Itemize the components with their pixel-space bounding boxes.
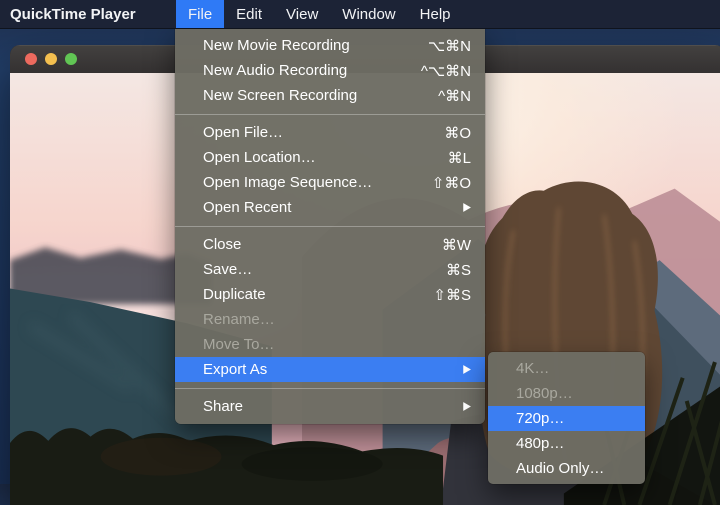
menubar-item-edit[interactable]: Edit (224, 0, 274, 28)
menu-item-label: Open Recent (203, 199, 292, 216)
menu-item-shortcut: ^⌥⌘N (420, 62, 471, 80)
menu-item-open-image-sequence[interactable]: Open Image Sequence… ⇧⌘O (175, 170, 485, 195)
menu-item-label: Close (203, 236, 242, 253)
submenu-item-1080p: 1080p… (488, 381, 645, 406)
menu-item-label: Export As (203, 361, 268, 378)
menu-item-shortcut: ⌘O (444, 124, 471, 142)
menu-separator (175, 387, 485, 389)
menubar-item-view[interactable]: View (274, 0, 330, 28)
menu-item-open-file[interactable]: Open File… ⌘O (175, 120, 485, 145)
menu-item-move-to: Move To… (175, 332, 485, 357)
menubar-item-help[interactable]: Help (408, 0, 463, 28)
menu-item-save[interactable]: Save… ⌘S (175, 257, 485, 282)
menu-item-label: Rename… (203, 311, 275, 328)
submenu-item-audio-only[interactable]: Audio Only… (488, 456, 645, 481)
menu-item-label: Open Image Sequence… (203, 174, 373, 191)
minimize-button[interactable] (45, 53, 57, 65)
submenu-item-4k: 4K… (488, 356, 645, 381)
menu-item-shortcut: ^⌘N (438, 87, 471, 105)
export-as-submenu: 4K… 1080p… 720p… 480p… Audio Only… (488, 352, 645, 484)
menu-item-new-audio-recording[interactable]: New Audio Recording ^⌥⌘N (175, 58, 485, 83)
menu-item-rename: Rename… (175, 307, 485, 332)
menu-item-export-as[interactable]: Export As ▶ (175, 357, 485, 382)
menu-item-label: Save… (203, 261, 253, 278)
menu-item-shortcut: ⌘L (447, 149, 471, 167)
menu-item-label: New Screen Recording (203, 87, 358, 104)
close-button[interactable] (25, 53, 37, 65)
menu-item-label: Share (203, 398, 244, 415)
menu-item-duplicate[interactable]: Duplicate ⇧⌘S (175, 282, 485, 307)
menu-item-new-screen-recording[interactable]: New Screen Recording ^⌘N (175, 83, 485, 108)
menu-item-label: New Audio Recording (203, 62, 348, 79)
menu-item-close[interactable]: Close ⌘W (175, 232, 485, 257)
menu-item-label: Duplicate (203, 286, 266, 303)
menu-item-shortcut: ⇧⌘O (431, 174, 471, 192)
menu-item-label: 4K… (516, 360, 550, 377)
file-menu: New Movie Recording ⌥⌘N New Audio Record… (175, 29, 485, 424)
menu-item-new-movie-recording[interactable]: New Movie Recording ⌥⌘N (175, 33, 485, 58)
submenu-item-480p[interactable]: 480p… (488, 431, 645, 456)
menu-item-label: New Movie Recording (203, 37, 350, 54)
menu-item-label: 720p… (516, 410, 565, 427)
submenu-arrow-icon: ▶ (463, 400, 471, 413)
menu-item-shortcut: ⇧⌘S (433, 286, 471, 304)
menu-item-label: Open Location… (203, 149, 316, 166)
submenu-arrow-icon: ▶ (463, 201, 471, 214)
menu-separator (175, 113, 485, 115)
menu-item-open-recent[interactable]: Open Recent ▶ (175, 195, 485, 220)
submenu-item-720p[interactable]: 720p… (488, 406, 645, 431)
menu-item-shortcut: ⌘S (445, 261, 471, 279)
menu-item-label: 1080p… (516, 385, 573, 402)
menu-item-label: Move To… (203, 336, 275, 353)
app-menu-title[interactable]: QuickTime Player (0, 0, 176, 28)
menubar-item-window[interactable]: Window (330, 0, 407, 28)
menu-item-share[interactable]: Share ▶ (175, 394, 485, 419)
submenu-arrow-icon: ▶ (463, 363, 471, 376)
menubar-item-file[interactable]: File (176, 0, 225, 28)
menu-item-open-location[interactable]: Open Location… ⌘L (175, 145, 485, 170)
menu-item-label: 480p… (516, 435, 565, 452)
menu-item-shortcut: ⌘W (441, 236, 471, 254)
menu-bar: QuickTime Player File Edit View Window H… (0, 0, 720, 29)
menu-separator (175, 225, 485, 227)
menu-item-label: Audio Only… (516, 460, 605, 477)
zoom-button[interactable] (65, 53, 77, 65)
menu-item-shortcut: ⌥⌘N (427, 37, 471, 55)
menu-item-label: Open File… (203, 124, 284, 141)
